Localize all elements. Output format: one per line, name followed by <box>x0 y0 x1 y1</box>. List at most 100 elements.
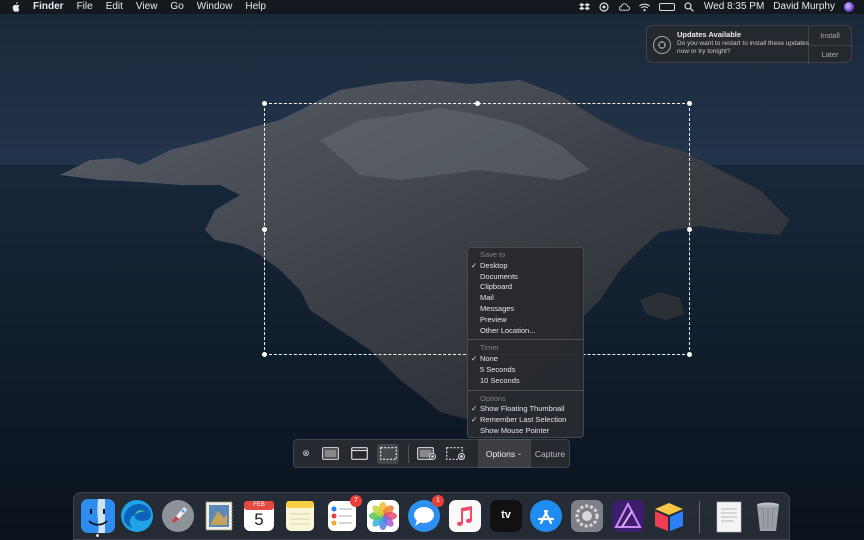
siri-icon[interactable] <box>844 2 854 12</box>
save-to-messages[interactable]: Messages <box>468 304 583 315</box>
later-button[interactable]: Later <box>809 44 851 65</box>
option-remember-last-selection[interactable]: ✓ Remember Last Selection <box>468 415 583 426</box>
menu-separator <box>468 389 583 391</box>
menu-item-label: Clipboard <box>480 282 513 292</box>
resize-handle-top-right[interactable] <box>687 101 692 106</box>
save-to-header: Save to <box>480 250 506 259</box>
menu-item-label: Mail <box>480 293 494 303</box>
timer-10-seconds[interactable]: 10 Seconds <box>468 376 583 387</box>
capture-window-icon[interactable] <box>348 444 370 464</box>
option-show-floating-thumbnail[interactable]: ✓ Show Floating Thumbnail <box>468 404 583 415</box>
menu-item-label: Show Mouse Pointer <box>480 425 550 435</box>
menu-item-label: 5 Seconds <box>480 364 516 374</box>
menubar-clock[interactable]: Wed 8:35 PM <box>704 0 764 14</box>
menu-item-label: Other Location... <box>480 325 536 335</box>
option-show-mouse-pointer[interactable]: Show Mouse Pointer <box>468 426 583 437</box>
menu-item-label: Show Floating Thumbnail <box>480 404 565 414</box>
menu-view[interactable]: View <box>136 0 158 14</box>
photos-icon[interactable] <box>366 499 400 533</box>
apple-icon[interactable] <box>11 2 23 12</box>
cloud-icon[interactable] <box>618 2 630 12</box>
menu-go[interactable]: Go <box>170 0 183 14</box>
menu-item-label: Messages <box>480 303 515 313</box>
updates-notification[interactable]: Updates Available Do you want to restart… <box>646 25 852 64</box>
app-store-icon[interactable] <box>529 499 563 533</box>
notification-actions: Install Later <box>808 26 851 64</box>
save-to-documents[interactable]: Documents <box>468 272 583 283</box>
music-icon[interactable] <box>448 499 482 533</box>
close-icon[interactable]: ⊗ <box>300 448 312 460</box>
capture-selection-icon[interactable] <box>377 443 399 464</box>
mail-stamp-icon[interactable] <box>202 499 236 533</box>
notes-icon[interactable] <box>283 499 317 533</box>
checkmark-icon: ✓ <box>471 404 478 414</box>
menu-separator <box>468 339 583 341</box>
menu-edit[interactable]: Edit <box>106 0 123 14</box>
save-to-clipboard[interactable]: Clipboard <box>468 282 583 293</box>
save-to-mail[interactable]: Mail <box>468 293 583 304</box>
dock-divider <box>699 501 700 533</box>
menu-item-label: None <box>480 354 498 364</box>
options-button-label: Options <box>485 448 516 459</box>
checkmark-icon: ✓ <box>471 415 478 425</box>
timer-header: Timer <box>480 343 499 353</box>
trash-icon[interactable] <box>751 499 785 533</box>
document-file-icon[interactable] <box>712 499 746 533</box>
resize-handle-top[interactable] <box>475 101 480 106</box>
screenshot-options-menu: Save to ✓ Desktop Documents Clipboard Mai… <box>467 247 584 438</box>
menu-file[interactable]: File <box>77 0 93 14</box>
options-button[interactable]: Options ⌄ <box>478 439 530 468</box>
reminders-icon[interactable]: 7 <box>325 495 362 533</box>
menu-app-name[interactable]: Finder <box>33 0 64 14</box>
finder-icon[interactable] <box>81 499 115 537</box>
airtable-icon[interactable] <box>652 499 686 533</box>
menubar-user-name[interactable]: David Murphy <box>773 0 835 14</box>
vpn-icon[interactable] <box>599 2 610 12</box>
dock: FEB 5 7 1 tv <box>73 492 790 540</box>
record-selection-icon[interactable] <box>444 444 466 464</box>
messages-badge: 1 <box>432 495 444 507</box>
resize-handle-bottom-right[interactable] <box>687 352 692 357</box>
menu-bar: Finder File Edit View Go Window Help Wed… <box>0 0 864 14</box>
resize-handle-bottom-left[interactable] <box>262 352 267 357</box>
toolbar-divider <box>408 444 409 463</box>
resize-handle-top-left[interactable] <box>262 101 267 106</box>
capture-button[interactable]: Capture <box>530 439 569 468</box>
save-to-other-location[interactable]: Other Location... <box>468 326 583 337</box>
install-button[interactable]: Install <box>809 26 851 45</box>
record-entire-screen-icon[interactable] <box>415 444 437 464</box>
tv-label: tv <box>501 509 511 521</box>
menu-item-label: Preview <box>480 314 507 324</box>
search-icon[interactable] <box>684 2 695 12</box>
screenshot-toolbar: ⊗ Options ⌄ Capture <box>293 439 570 468</box>
checkmark-icon: ✓ <box>471 354 478 364</box>
resize-handle-right[interactable] <box>687 227 692 232</box>
save-to-desktop[interactable]: ✓ Desktop <box>468 261 583 272</box>
affinity-photo-icon[interactable] <box>611 499 645 533</box>
save-to-preview[interactable]: Preview <box>468 315 583 326</box>
chevron-down-icon: ⌄ <box>517 451 523 457</box>
notification-text: Do you want to restart to install these … <box>677 40 809 55</box>
reminders-badge: 7 <box>350 495 362 507</box>
menu-item-label: Documents <box>480 271 518 281</box>
menu-item-label: 10 Seconds <box>480 375 520 385</box>
battery-icon[interactable] <box>658 3 675 11</box>
menubar-status-area: Wed 8:35 PM David Murphy <box>578 0 854 14</box>
menu-item-label: Remember Last Selection <box>480 415 567 425</box>
menu-help[interactable]: Help <box>245 0 266 14</box>
checkmark-icon: ✓ <box>471 260 478 270</box>
calendar-icon[interactable]: FEB 5 <box>242 499 276 533</box>
apple-tv-icon[interactable]: tv <box>489 499 523 533</box>
capture-entire-screen-icon[interactable] <box>319 444 341 464</box>
launchpad-icon[interactable] <box>161 499 195 533</box>
notification-title: Updates Available <box>677 30 742 39</box>
menu-window[interactable]: Window <box>197 0 233 14</box>
system-preferences-icon[interactable] <box>570 499 604 533</box>
timer-none[interactable]: ✓ None <box>468 354 583 365</box>
wifi-icon[interactable] <box>638 2 650 12</box>
timer-5-seconds[interactable]: 5 Seconds <box>468 365 583 376</box>
messages-icon[interactable]: 1 <box>407 495 444 533</box>
resize-handle-left[interactable] <box>262 227 267 232</box>
edge-browser-icon[interactable] <box>120 499 154 533</box>
dropbox-icon[interactable] <box>578 2 590 12</box>
